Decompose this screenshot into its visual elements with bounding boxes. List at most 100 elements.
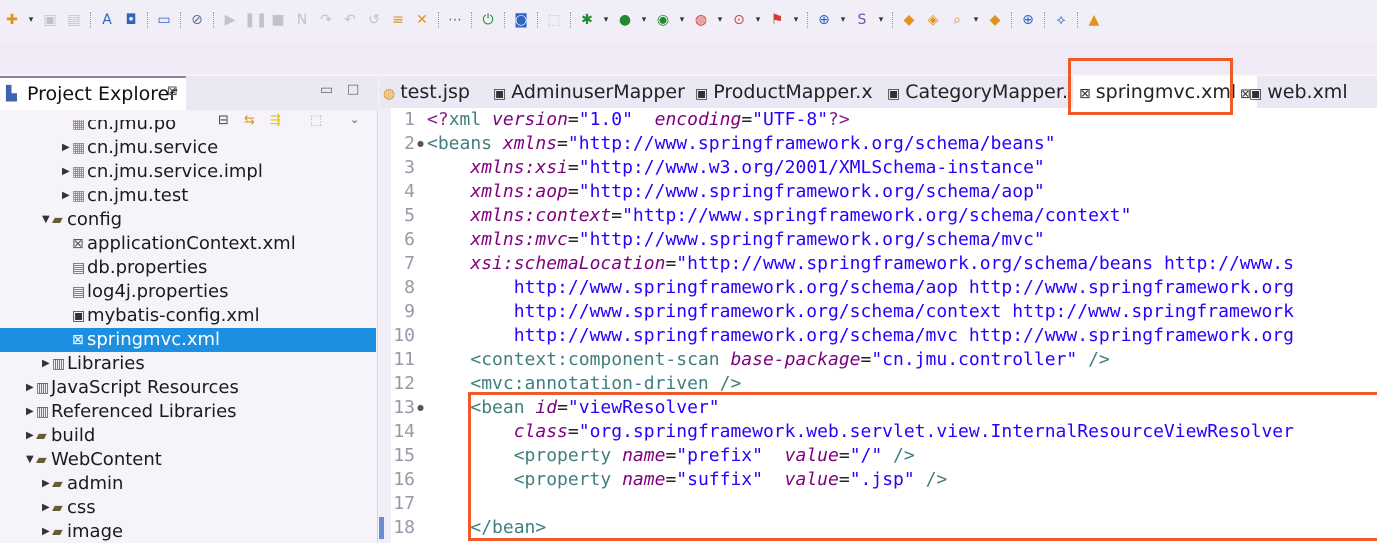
editor-tab[interactable]: ▣ web.xml — [1249, 76, 1348, 108]
toolbar-separator — [1044, 12, 1045, 28]
code-line: <property name="prefix" value="/" /> — [513, 445, 915, 466]
open-resource-icon[interactable]: ◈ — [923, 11, 943, 29]
library-icon: ▥ — [36, 404, 50, 420]
tree-item[interactable]: ▼ ▰ WebContent — [0, 448, 376, 472]
new-component-dropdown-icon[interactable]: ▾ — [876, 11, 886, 29]
close-icon[interactable]: ⊠ — [167, 84, 178, 99]
tree-item[interactable]: ▶ ▥ Libraries — [0, 352, 376, 376]
tree-item-label: mybatis-config.xml — [87, 305, 260, 326]
debug-dropdown-icon[interactable]: ▾ — [601, 11, 611, 29]
tree-item[interactable]: ▣ mybatis-config.xml — [0, 304, 376, 328]
tree-item[interactable]: ▶ ▰ css — [0, 496, 376, 520]
web-browser-icon[interactable]: ⊕ — [1018, 11, 1038, 29]
export-icon[interactable]: ◘ — [121, 11, 141, 29]
new-component-icon[interactable]: S — [852, 11, 872, 29]
tree-item[interactable]: ▶ ▦ cn.jmu.test — [0, 184, 376, 208]
deploy-dropdown-icon[interactable]: ▾ — [791, 11, 801, 29]
editor-tab[interactable]: ⊠ springmvc.xml ⊠ — [1073, 76, 1258, 108]
step-over-icon[interactable]: ↷ — [316, 11, 336, 29]
monitor-icon[interactable]: ▭ — [154, 11, 174, 29]
coverage-icon[interactable]: ◉ — [653, 11, 673, 29]
expand-arrow-icon[interactable]: ▶ — [42, 520, 50, 543]
list-icon[interactable]: ≡ — [388, 11, 408, 29]
select-icon[interactable]: ⬚ — [544, 11, 564, 29]
minimize-icon[interactable]: ▭ — [320, 82, 333, 98]
open-task-icon[interactable]: ◆ — [985, 11, 1005, 29]
run-dropdown-icon[interactable]: ▾ — [639, 11, 649, 29]
new-dropdown-icon[interactable]: ▾ — [26, 11, 36, 29]
editor-tab[interactable]: ▣ AdminuserMapper — [493, 76, 685, 108]
tree-item[interactable]: ▶ ▰ build — [0, 424, 376, 448]
external-tools-icon[interactable]: ◍ — [691, 11, 711, 29]
tree-item-label: image — [67, 521, 124, 542]
line-number: 18 — [393, 517, 415, 538]
expand-arrow-icon[interactable]: ▶ — [42, 472, 50, 496]
code-area[interactable]: <?xml version="1.0" encoding="UTF-8"?> <b… — [427, 108, 1377, 543]
tree-item[interactable]: ▶ ▦ cn.jmu.service — [0, 136, 376, 160]
tree-item[interactable]: ▶ ▰ image — [0, 520, 376, 543]
terminate-icon[interactable]: ■ — [268, 11, 288, 29]
tree-item[interactable]: ▶ ▥ JavaScript Resources — [0, 376, 376, 400]
network-icon[interactable]: ⋯ — [445, 11, 465, 29]
tree-item[interactable]: ▶ ▦ cn.jmu.service.impl — [0, 160, 376, 184]
toolbar-separator — [90, 12, 91, 28]
search-icon[interactable]: ⌕ — [947, 11, 967, 29]
tree-item[interactable]: ▤ db.properties — [0, 256, 376, 280]
save-all-icon[interactable]: ▤ — [64, 11, 84, 29]
expand-arrow-icon[interactable]: ▶ — [42, 352, 50, 376]
tree-item[interactable]: ▶ ▰ admin — [0, 472, 376, 496]
expand-arrow-icon[interactable]: ▶ — [62, 136, 70, 160]
save-icon[interactable]: ▣ — [40, 11, 60, 29]
toolbar-separator — [537, 12, 538, 28]
tree-item[interactable]: ▤ log4j.properties — [0, 280, 376, 304]
explorer-tab[interactable]: ▙ Project Explorer ⊠ — [0, 76, 186, 110]
tree-item[interactable]: ⊠ springmvc.xml — [0, 328, 376, 352]
java-icon: ▣ — [493, 86, 507, 102]
resume-icon[interactable]: ▶ — [220, 11, 240, 29]
step-return-icon[interactable]: ↶ — [340, 11, 360, 29]
skip-breakpoints-icon[interactable]: ⊘ — [187, 11, 207, 29]
expand-arrow-icon[interactable]: ▶ — [26, 424, 34, 448]
perspective-icon[interactable]: ▲ — [1084, 11, 1104, 29]
editor-tab[interactable]: ▣ CategoryMapper. — [887, 76, 1068, 108]
tree-item[interactable]: ▦ cn.jmu.po — [0, 120, 376, 136]
globe-dropdown-icon[interactable]: ▾ — [838, 11, 848, 29]
coverage-dropdown-icon[interactable]: ▾ — [677, 11, 687, 29]
editor-tab[interactable]: ▣ ProductMapper.x — [695, 76, 873, 108]
spell-icon[interactable]: A — [97, 11, 117, 29]
drop-frame-icon[interactable]: ↺ — [364, 11, 384, 29]
power-icon[interactable]: ⏻ — [478, 11, 498, 29]
expand-arrow-icon[interactable]: ▶ — [62, 184, 70, 208]
fold-toggle-icon[interactable]: ● — [417, 132, 424, 156]
run-icon[interactable]: ● — [615, 11, 635, 29]
tree-item[interactable]: ⊠ applicationContext.xml — [0, 232, 376, 256]
maven-icon[interactable]: ⟡ — [1051, 11, 1071, 29]
step-into-icon[interactable]: N — [292, 11, 312, 29]
expand-arrow-icon[interactable]: ▶ — [26, 376, 34, 400]
collapse-arrow-icon[interactable]: ▼ — [26, 448, 34, 472]
search-dropdown-icon[interactable]: ▾ — [971, 11, 981, 29]
deploy-icon[interactable]: ⚑ — [767, 11, 787, 29]
stop-dropdown-icon[interactable]: ▾ — [753, 11, 763, 29]
external-tools-dropdown-icon[interactable]: ▾ — [715, 11, 725, 29]
bug-icon[interactable]: ✱ — [577, 11, 597, 29]
new-java-icon[interactable]: ◙ — [511, 11, 531, 29]
fold-toggle-icon[interactable]: ● — [417, 396, 424, 420]
open-type-icon[interactable]: ◆ — [899, 11, 919, 29]
expand-arrow-icon[interactable]: ▶ — [26, 400, 34, 424]
expand-arrow-icon[interactable]: ▶ — [42, 496, 50, 520]
tree-item[interactable]: ▼ ▰ config — [0, 208, 376, 232]
maximize-icon[interactable]: □ — [347, 82, 359, 97]
editor-tab[interactable]: ◍ test.jsp — [383, 76, 470, 108]
expand-arrow-icon[interactable]: ▶ — [62, 160, 70, 184]
new-icon[interactable]: ✚ — [2, 11, 22, 29]
tree-item-label: css — [67, 497, 96, 518]
suspend-icon[interactable]: ❚❚ — [244, 11, 267, 29]
editor-tab-bar: ◍ test.jsp ▣ AdminuserMapper ▣ ProductMapper.… — [379, 76, 1377, 108]
collapse-arrow-icon[interactable]: ▼ — [42, 208, 50, 232]
tree-item[interactable]: ▶ ▥ Referenced Libraries — [0, 400, 376, 424]
stop-icon[interactable]: ⊙ — [729, 11, 749, 29]
globe-icon[interactable]: ⊕ — [814, 11, 834, 29]
editor-tab-label: springmvc.xml — [1095, 81, 1237, 103]
debug-icon[interactable]: ✕ — [412, 11, 432, 29]
